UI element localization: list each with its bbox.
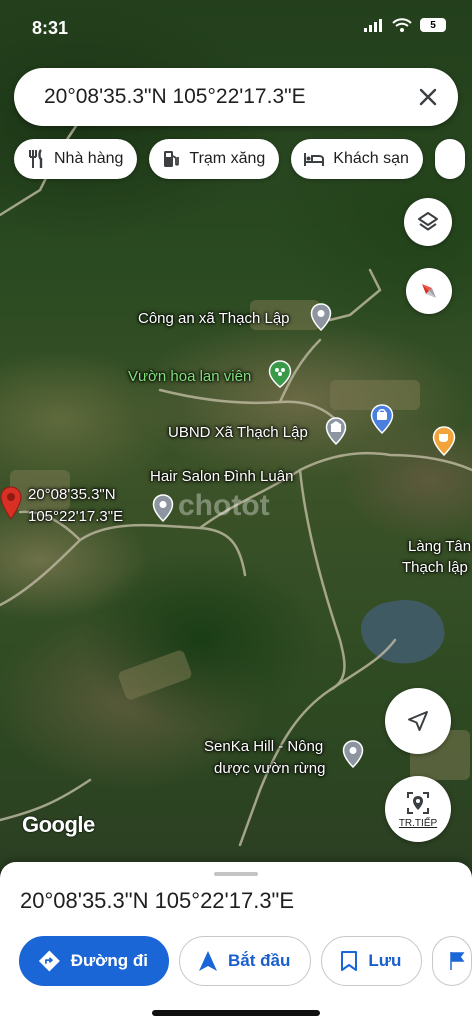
layers-icon	[418, 212, 438, 231]
action-buttons: Đường đi Bắt đầu Lưu	[19, 936, 472, 986]
pin-longitude-label: 105°22'17.3"E	[28, 508, 124, 525]
next-label: TR.TIẾP	[398, 817, 438, 829]
save-button[interactable]: Lưu	[321, 936, 423, 986]
my-location-button[interactable]	[385, 688, 451, 754]
pin-latitude-label: 20°08'35.3"N	[28, 486, 116, 503]
status-time: 8:31	[32, 18, 69, 38]
label-salon[interactable]: Hair Salon Đình Luân	[150, 468, 293, 486]
drag-handle[interactable]	[214, 872, 258, 876]
directions-button[interactable]: Đường đi	[19, 936, 169, 986]
close-button[interactable]	[414, 83, 442, 111]
chip-gas-stations[interactable]: Trạm xăng	[149, 139, 280, 179]
wifi-icon	[392, 18, 412, 32]
save-label: Lưu	[368, 951, 402, 970]
compass-icon	[422, 284, 436, 298]
park-pin-icon[interactable]	[268, 360, 292, 388]
place-pin-icon[interactable]	[310, 303, 332, 331]
shopping-pin-icon[interactable]	[370, 404, 394, 434]
directions-label: Đường đi	[70, 951, 148, 970]
more-actions-button[interactable]	[432, 936, 472, 986]
senka-pin-icon[interactable]	[342, 740, 364, 768]
compass-button[interactable]	[406, 268, 452, 314]
status-bar: 8:31 5	[0, 0, 472, 56]
salon-pin-icon[interactable]	[152, 494, 174, 522]
cafe-pin-icon[interactable]	[432, 426, 456, 456]
search-input[interactable]: 20°08'35.3"N 105°22'17.3"E	[44, 85, 414, 109]
label-senka-2[interactable]: dược vườn rừng	[214, 760, 326, 778]
chip-label: Nhà hàng	[54, 150, 124, 167]
label-village-2[interactable]: Thạch lập	[402, 559, 468, 577]
label-garden[interactable]: Vườn hoa lan viên	[128, 368, 251, 386]
gas-station-icon	[164, 151, 180, 167]
dropped-pin-icon[interactable]	[0, 486, 22, 520]
layers-button[interactable]	[404, 198, 452, 246]
flag-icon	[450, 952, 465, 970]
signal-icon	[364, 19, 382, 32]
navigation-icon	[199, 951, 217, 971]
navigation-arrow-icon	[408, 711, 428, 731]
chip-label: Khách sạn	[333, 150, 409, 167]
government-pin-icon[interactable]	[325, 417, 347, 445]
home-indicator	[152, 1010, 320, 1016]
category-chips: Nhà hàng Trạm xăng Khách sạn	[14, 139, 465, 179]
hotel-icon	[304, 153, 325, 166]
bookmark-icon	[341, 951, 358, 971]
label-village-1[interactable]: Làng Tân	[408, 538, 471, 556]
status-icons: 5	[364, 18, 446, 32]
restaurant-icon	[29, 149, 43, 168]
chip-label: Trạm xăng	[189, 150, 266, 167]
place-title: 20°08'35.3"N 105°22'17.3"E	[20, 888, 295, 913]
focus-location-icon	[407, 791, 429, 814]
label-police[interactable]: Công an xã Thạch Lập	[138, 310, 290, 328]
close-icon	[419, 88, 437, 106]
watermark: chotot	[178, 489, 270, 522]
battery-icon: 5	[420, 18, 446, 32]
chip-hotels[interactable]: Khách sạn	[291, 139, 423, 179]
directions-icon	[38, 950, 60, 972]
google-logo: Google	[22, 812, 95, 837]
label-ubnd[interactable]: UBND Xã Thạch Lập	[168, 424, 308, 442]
start-label: Bắt đầu	[228, 951, 291, 970]
start-button[interactable]: Bắt đầu	[179, 936, 312, 986]
chip-restaurants[interactable]: Nhà hàng	[14, 139, 138, 179]
bottom-sheet[interactable]: 20°08'35.3"N 105°22'17.3"E Đường đi Bắt …	[0, 862, 472, 1024]
next-button[interactable]: TR.TIẾP	[385, 776, 451, 842]
label-senka-1[interactable]: SenKa Hill - Nông	[204, 738, 323, 756]
chip-more[interactable]	[434, 139, 465, 179]
search-bar[interactable]: 20°08'35.3"N 105°22'17.3"E	[14, 68, 458, 126]
